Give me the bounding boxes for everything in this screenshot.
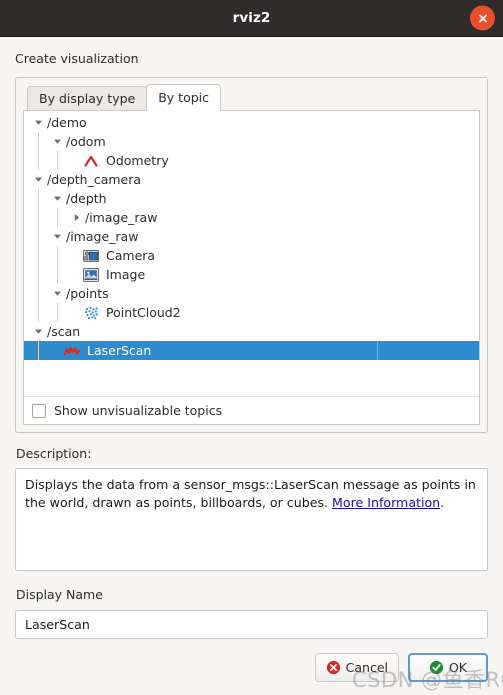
topic-tree-panel: /demo/odom Odometry/depth_camera/depth/im… [23, 110, 480, 425]
tree-item-label: /image_raw [85, 210, 158, 225]
tree-indent-guide [38, 189, 39, 208]
tree-item-label: /demo [47, 115, 87, 130]
tree-item-odom[interactable]: /odom [24, 132, 479, 151]
laserscan-icon [64, 343, 80, 359]
chevron-down-icon[interactable] [51, 287, 64, 300]
tree-arrow-placeholder [51, 344, 64, 357]
tree-item-demo[interactable]: /demo [24, 113, 479, 132]
tree-item-label: /points [66, 286, 109, 301]
cancel-button[interactable]: Cancel [314, 653, 399, 682]
window-title: rviz2 [232, 10, 271, 26]
tree-indent-guide [38, 132, 39, 151]
description-label: Description: [16, 446, 92, 461]
tree-item-label: /odom [66, 134, 106, 149]
chevron-down-icon[interactable] [51, 192, 64, 205]
odometry-icon [83, 153, 99, 169]
chevron-down-icon[interactable] [32, 116, 45, 129]
camera-icon [83, 248, 99, 264]
more-information-link[interactable]: More Information [332, 495, 440, 510]
tree-item-scan[interactable]: /scan [24, 322, 479, 341]
tree-indent-guide [38, 341, 39, 360]
close-icon[interactable] [470, 5, 495, 31]
display-name-value: LaserScan [25, 616, 90, 632]
ok-button-label: OK [448, 660, 468, 675]
show-unvisualizable-label: Show unvisualizable topics [54, 403, 223, 418]
tree-arrow-placeholder [70, 249, 83, 262]
chevron-right-icon[interactable] [70, 211, 83, 224]
tree-item-label: Camera [106, 248, 156, 263]
cancel-button-label: Cancel [345, 660, 388, 675]
tree-indent-guide [38, 265, 39, 284]
ok-button[interactable]: OK [408, 653, 488, 682]
tree-item-label: /depth_camera [47, 172, 142, 187]
pointcloud-icon [83, 305, 99, 321]
description-box: Displays the data from a sensor_msgs::La… [15, 468, 488, 571]
chevron-down-icon[interactable] [32, 173, 45, 186]
tree-item-odometry[interactable]: Odometry [24, 151, 479, 170]
tree-item-image-raw[interactable]: /image_raw [24, 208, 479, 227]
tree-item-camera[interactable]: Camera [24, 246, 479, 265]
cancel-circle-icon [326, 660, 341, 675]
tree-arrow-placeholder [70, 154, 83, 167]
tree-item-laserscan[interactable]: LaserScan [24, 341, 479, 360]
tree-arrow-placeholder [70, 306, 83, 319]
tree-item-image-raw[interactable]: /image_raw [24, 227, 479, 246]
tab-by-topic[interactable]: By topic [146, 84, 222, 111]
tree-indent-guide [38, 151, 39, 170]
tree-indent-guide [57, 265, 58, 284]
tree-item-label: /depth [66, 191, 107, 206]
ok-circle-icon [429, 660, 444, 675]
chevron-down-icon[interactable] [51, 135, 64, 148]
tree-indent-guide [57, 303, 58, 322]
tree-indent-guide [38, 208, 39, 227]
tree-item-depth[interactable]: /depth [24, 189, 479, 208]
tree-indent-guide [38, 246, 39, 265]
dialog-body: Create visualization By display type By … [0, 37, 503, 639]
tree-item-points[interactable]: /points [24, 284, 479, 303]
chevron-down-icon[interactable] [51, 230, 64, 243]
tree-indent-guide [57, 246, 58, 265]
tree-item-label: Odometry [106, 153, 169, 168]
tree-item-pointcloud2[interactable]: PointCloud2 [24, 303, 479, 322]
create-visualization-label: Create visualization [15, 51, 139, 66]
display-name-label: Display Name [16, 586, 103, 602]
tree-indent-guide [57, 208, 58, 227]
rviz2-create-visualization-dialog: rviz2 Create visualization By display ty… [0, 0, 503, 695]
tree-item-depth-camera[interactable]: /depth_camera [24, 170, 479, 189]
tree-item-label: /scan [47, 324, 81, 339]
dialog-footer: Cancel OK [0, 639, 503, 695]
tab-by-display-type[interactable]: By display type [27, 86, 148, 111]
display-name-input[interactable]: LaserScan [15, 609, 488, 639]
tree-indent-guide [57, 151, 58, 170]
tree-indent-guide [38, 303, 39, 322]
tree-arrow-placeholder [70, 268, 83, 281]
tree-item-label: LaserScan [87, 343, 152, 358]
tree-item-image[interactable]: Image [24, 265, 479, 284]
title-bar: rviz2 [0, 0, 503, 37]
show-unvisualizable-checkbox[interactable] [32, 403, 46, 418]
tree-indent-guide [38, 227, 39, 246]
topic-tree[interactable]: /demo/odom Odometry/depth_camera/depth/im… [24, 111, 479, 396]
tab-group: By display type By topic /demo/odom Odome… [15, 77, 488, 433]
image-icon [83, 267, 99, 283]
show-unvisualizable-row[interactable]: Show unvisualizable topics [24, 396, 479, 424]
tree-column-divider [377, 341, 378, 360]
chevron-down-icon[interactable] [32, 325, 45, 338]
tree-indent-guide [38, 284, 39, 303]
description-text-tail: . [440, 495, 445, 510]
tree-item-label: Image [106, 267, 146, 282]
tree-item-label: PointCloud2 [106, 305, 181, 320]
tree-item-label: /image_raw [66, 229, 139, 244]
tab-bar: By display type By topic [23, 84, 480, 111]
